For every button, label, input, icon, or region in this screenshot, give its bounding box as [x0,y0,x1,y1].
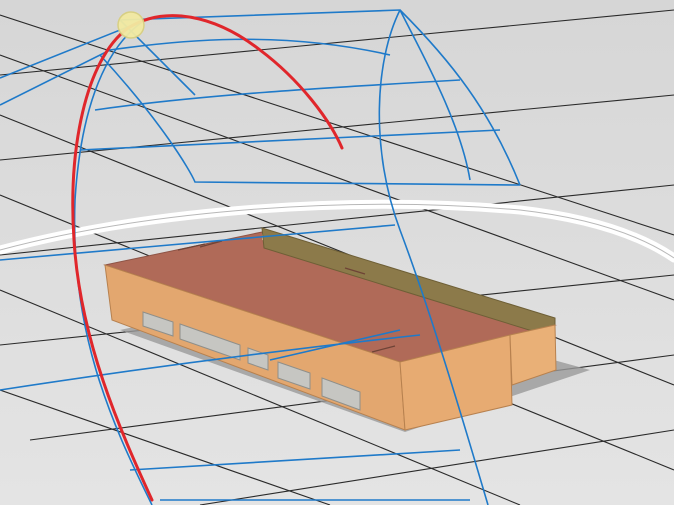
building-model[interactable] [103,227,557,431]
sun-position-marker[interactable] [117,11,145,39]
3d-viewport[interactable] [0,0,674,505]
scene-canvas[interactable] [0,0,674,505]
